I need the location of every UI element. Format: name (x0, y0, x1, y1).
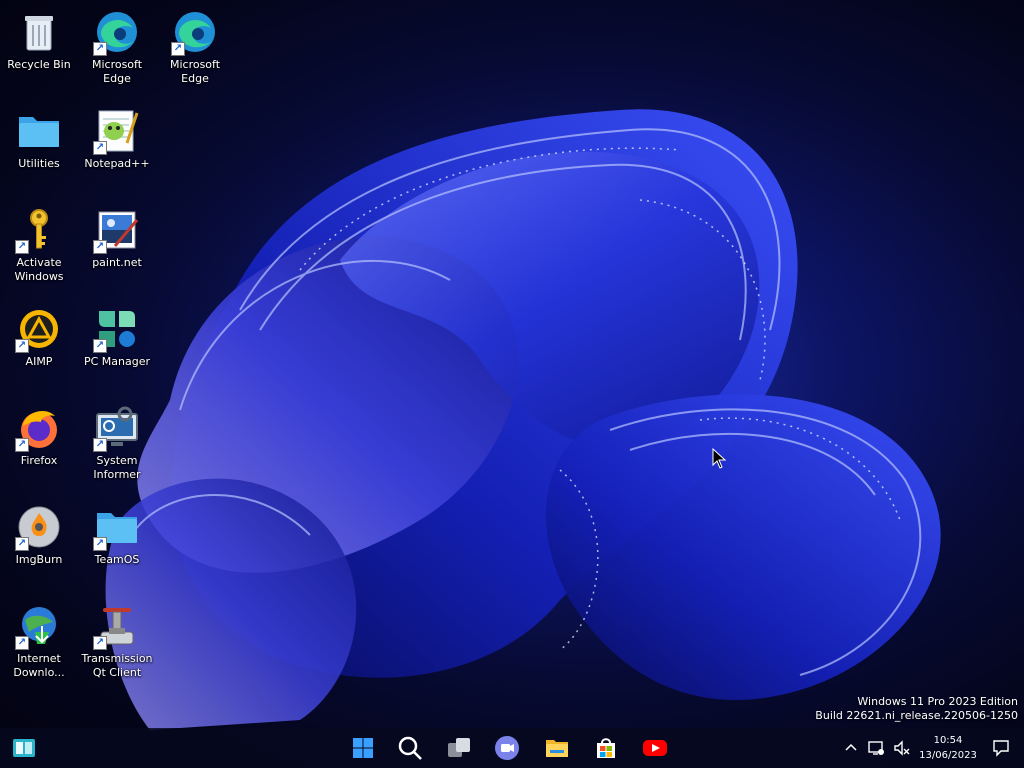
task-view-button[interactable] (445, 734, 473, 762)
desktop-icon-label: TeamOS (94, 553, 140, 566)
shortcut-arrow-icon: ↗ (15, 339, 29, 353)
folder-icon (15, 107, 63, 155)
desktop-icon-transmission[interactable]: ↗ Transmission Qt Client (79, 602, 155, 680)
shortcut-arrow-icon: ↗ (93, 636, 107, 650)
desktop-icon-aimp[interactable]: ↗ AIMP (1, 305, 77, 369)
transmission-icon: ↗ (93, 602, 141, 650)
desktop-icon-notepad-plus-plus[interactable]: ↗ Notepad++ (79, 107, 155, 171)
shortcut-arrow-icon: ↗ (15, 537, 29, 551)
desktop-icon-label: paint.net (92, 256, 142, 269)
pc-manager-icon: ↗ (93, 305, 141, 353)
folder-icon (546, 740, 568, 757)
store-button[interactable] (592, 734, 620, 762)
desktop-icon-system-informer[interactable]: ↗ System Informer (79, 404, 155, 482)
mouse-cursor-icon (712, 448, 727, 469)
desktop-icon-label: Microsoft Edge (169, 58, 221, 85)
desktop-icon-imgburn[interactable]: ↗ ImgBurn (1, 503, 77, 567)
key-icon: ↗ (15, 206, 63, 254)
chevron-up-icon (845, 743, 857, 751)
taskbar: 10:54 13/06/2023 (0, 728, 1024, 768)
paint-net-icon: ↗ (93, 206, 141, 254)
watermark-build: Build 22621.ni_release.220506-1250 (815, 709, 1018, 722)
desktop-icon-pc-manager[interactable]: ↗ PC Manager (79, 305, 155, 369)
notification-icon (993, 740, 1009, 757)
windows-edition-watermark: Windows 11 Pro 2023 Edition Build 22621.… (815, 695, 1018, 723)
network-button[interactable] (866, 728, 886, 768)
notepad-plus-plus-icon: ↗ (93, 107, 141, 155)
meet-button[interactable] (493, 734, 521, 762)
system-informer-icon: ↗ (93, 404, 141, 452)
clock-time: 10:54 (933, 735, 963, 746)
idm-icon: ↗ (15, 602, 63, 650)
desktop-icon-label: Activate Windows (14, 256, 64, 283)
notification-center-button[interactable] (992, 728, 1012, 768)
show-hidden-icons-button[interactable] (844, 728, 860, 768)
clock-date: 13/06/2023 (919, 750, 977, 761)
shortcut-arrow-icon: ↗ (93, 339, 107, 353)
clock[interactable]: 10:54 13/06/2023 (912, 733, 984, 763)
desktop-icon-label: AIMP (25, 355, 53, 368)
search-button[interactable] (396, 734, 424, 762)
volume-button[interactable] (892, 728, 912, 768)
volume-muted-icon (894, 740, 910, 756)
windows-logo-icon (353, 738, 373, 758)
desktop-icon-teamos[interactable]: ↗ TeamOS (79, 503, 155, 567)
widgets-icon (13, 739, 35, 757)
shortcut-arrow-icon: ↗ (93, 141, 107, 155)
shortcut-arrow-icon: ↗ (93, 42, 107, 56)
desktop-icon-label: Utilities (18, 157, 60, 170)
desktop-icon-label: Internet Downlo... (13, 652, 65, 679)
shortcut-arrow-icon: ↗ (93, 438, 107, 452)
folder-icon: ↗ (93, 503, 141, 551)
desktop-icon-label: Firefox (20, 454, 58, 467)
file-explorer-button[interactable] (543, 734, 571, 762)
desktop-icon-label: Notepad++ (84, 157, 150, 170)
imgburn-icon: ↗ (15, 503, 63, 551)
shortcut-arrow-icon: ↗ (15, 240, 29, 254)
shortcut-arrow-icon: ↗ (171, 42, 185, 56)
desktop-icon-label: Recycle Bin (7, 58, 71, 71)
desktop-icon-label: PC Manager (83, 355, 151, 368)
desktop-icon-label: Microsoft Edge (91, 58, 143, 85)
firefox-icon: ↗ (15, 404, 63, 452)
youtube-button[interactable] (641, 734, 669, 762)
desktop-icon-firefox[interactable]: ↗ Firefox (1, 404, 77, 468)
desktop-icon-label: System Informer (93, 454, 141, 481)
store-icon (597, 738, 615, 758)
desktop-icon-edge-1[interactable]: ↗ Microsoft Edge (79, 8, 155, 86)
desktop-icon-label: Transmission Qt Client (81, 652, 153, 679)
shortcut-arrow-icon: ↗ (15, 636, 29, 650)
desktop-icon-internet-download-manager[interactable]: ↗ Internet Downlo... (1, 602, 77, 680)
youtube-icon (643, 740, 667, 756)
aimp-icon: ↗ (15, 305, 63, 353)
recycle-bin-icon (15, 8, 63, 56)
shortcut-arrow-icon: ↗ (93, 537, 107, 551)
shortcut-arrow-icon: ↗ (15, 438, 29, 452)
desktop-icon-activate-windows[interactable]: ↗ Activate Windows (1, 206, 77, 284)
desktop-icon-label: ImgBurn (15, 553, 63, 566)
desktop-icon-paint-net[interactable]: ↗ paint.net (79, 206, 155, 270)
video-chat-icon (495, 736, 519, 760)
desktop-icon-utilities[interactable]: Utilities (1, 107, 77, 171)
task-view-icon (448, 738, 470, 757)
edge-icon: ↗ (93, 8, 141, 56)
start-button[interactable] (349, 734, 377, 762)
shortcut-arrow-icon: ↗ (93, 240, 107, 254)
search-icon (398, 736, 422, 760)
desktop-icon-recycle-bin[interactable]: Recycle Bin (1, 8, 77, 72)
network-icon (868, 741, 884, 755)
widgets-button[interactable] (10, 734, 38, 762)
desktop-icon-edge-2[interactable]: ↗ Microsoft Edge (157, 8, 233, 86)
watermark-edition: Windows 11 Pro 2023 Edition (857, 695, 1018, 708)
edge-icon: ↗ (171, 8, 219, 56)
